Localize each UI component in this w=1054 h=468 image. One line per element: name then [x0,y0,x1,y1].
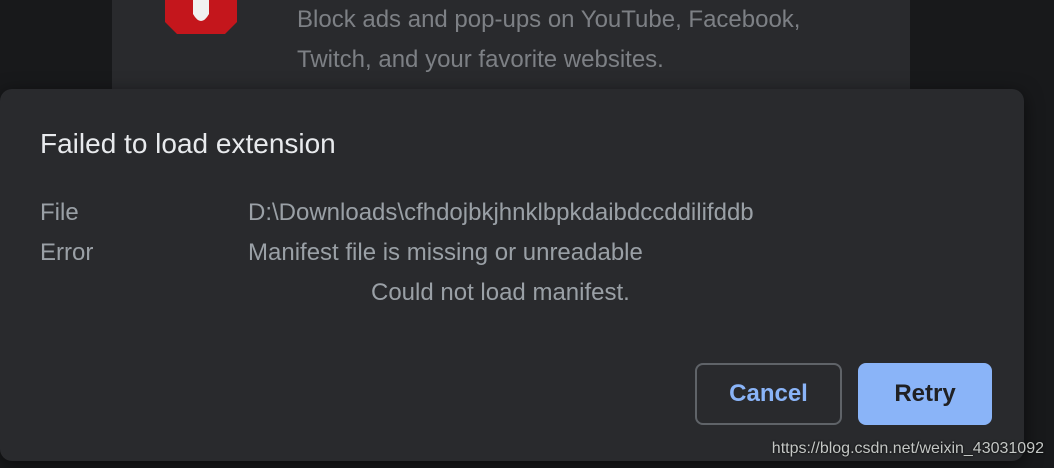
error-label: Error [40,239,94,266]
file-label: File [40,199,79,226]
cancel-button-label: Cancel [729,380,808,407]
source-watermark: https://blog.csdn.net/weixin_43031092 [771,440,1044,457]
dialog-title: Failed to load extension [40,128,336,159]
extension-description-line1: Block ads and pop-ups on YouTube, Facebo… [297,6,801,33]
extension-description: Block ads and pop-ups on YouTube, Facebo… [297,0,897,80]
error-message-value: Manifest file is missing or unreadable [248,239,643,266]
extension-description-line2: Twitch, and your favorite websites. [297,46,664,73]
adblock-hand-icon [163,0,239,34]
error-detail: Could not load manifest. [371,279,630,306]
load-extension-error-dialog: Failed to load extension File D:\Downloa… [0,89,1024,461]
retry-button[interactable]: Retry [858,363,992,425]
cancel-button[interactable]: Cancel [695,363,842,425]
file-path-value: D:\Downloads\cfhdojbkjhnklbpkdaibdccddil… [248,199,754,226]
retry-button-label: Retry [894,380,956,407]
